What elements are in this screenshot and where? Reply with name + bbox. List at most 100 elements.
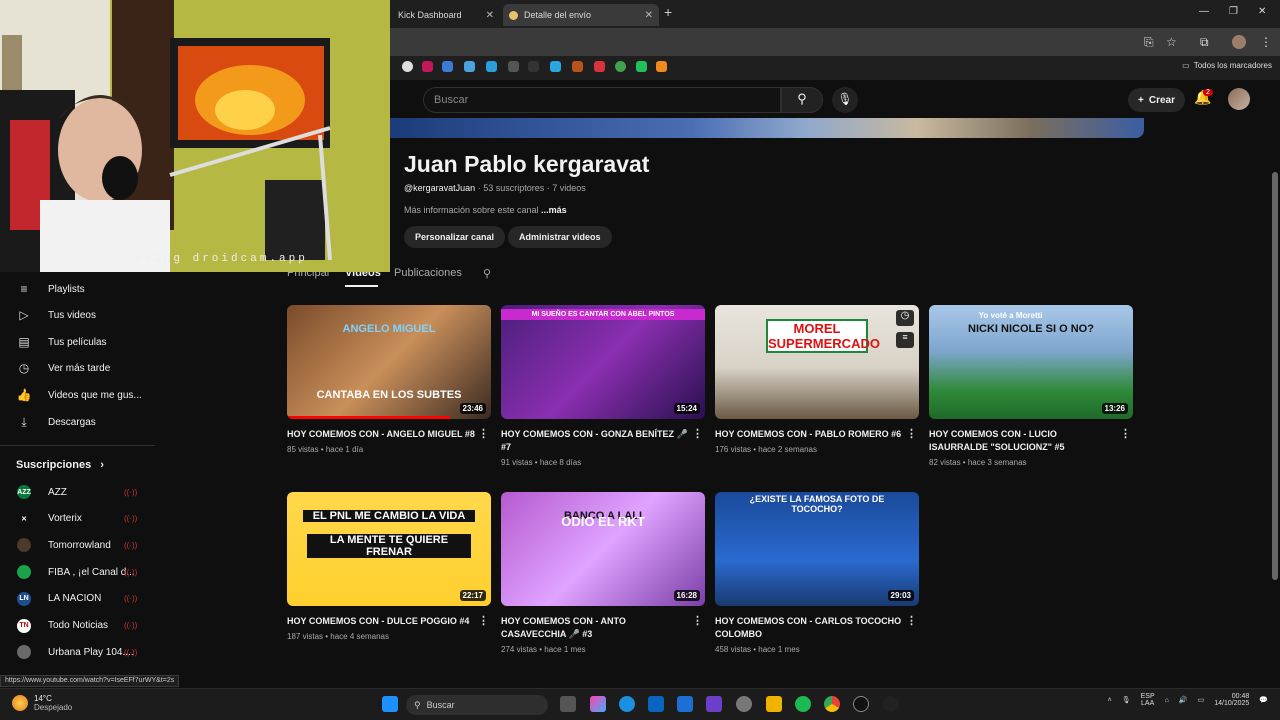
- more-options-icon[interactable]: ⋮: [692, 428, 703, 441]
- subscription-item[interactable]: TN Todo Noticias ((·)): [0, 613, 155, 639]
- video-thumbnail[interactable]: NICKI NICOLE SI O NO? Yo voté a Moretti 13…: [929, 305, 1133, 419]
- close-icon[interactable]: ✕: [486, 10, 494, 21]
- bookmark-icon[interactable]: [615, 61, 626, 72]
- video-thumbnail[interactable]: BANCO A LALI ODIO EL RKT 16:28: [501, 492, 705, 606]
- weather-widget[interactable]: 14°C Despejado: [12, 694, 72, 712]
- volume-icon[interactable]: 🔊: [1179, 696, 1188, 704]
- bookmark-icon[interactable]: [422, 61, 433, 72]
- video-title[interactable]: HOY COMEMOS CON - GONZA BENÍTEZ 🎤 #7: [501, 429, 688, 452]
- store-icon[interactable]: [677, 696, 693, 712]
- video-thumbnail[interactable]: ¿EXISTE LA FAMOSA FOTO DE TOCOCHO? 29:03: [715, 492, 919, 606]
- subscription-item[interactable]: ✕ Vorterix ((·)): [0, 506, 155, 532]
- more-options-icon[interactable]: ⋮: [692, 615, 703, 628]
- video-title[interactable]: HOY COMEMOS CON - ANGELO MIGUEL #8: [287, 429, 475, 439]
- profile-icon[interactable]: [1232, 35, 1246, 49]
- more-link[interactable]: ...más: [541, 205, 567, 215]
- video-card[interactable]: LA MENTE TE QUIERE FRENAR EL PNL ME CAMBI…: [287, 492, 491, 641]
- cast-icon[interactable]: ⎘: [1144, 35, 1154, 50]
- outlook-icon[interactable]: [648, 696, 664, 712]
- sidebar-item-movies[interactable]: ▤ Tus películas: [0, 329, 155, 355]
- edge-icon[interactable]: [619, 696, 635, 712]
- bookmark-icon[interactable]: [402, 61, 413, 72]
- bookmark-icon[interactable]: [550, 61, 561, 72]
- spotify-icon[interactable]: [795, 696, 811, 712]
- video-card[interactable]: ANGELO MIGUEL CANTABA EN LOS SUBTES 23:46 H…: [287, 305, 491, 454]
- channel-more-info[interactable]: Más información sobre este canal ...más: [404, 205, 567, 215]
- mic-icon[interactable]: 🎙: [832, 87, 858, 113]
- video-card[interactable]: BANCO A LALI ODIO EL RKT 16:28 HOY COMEMOS …: [501, 492, 705, 654]
- star-icon[interactable]: ☆: [1166, 35, 1177, 49]
- sidebar-item-downloads[interactable]: ⤓ Descargas: [0, 409, 155, 435]
- bookmark-icon[interactable]: [486, 61, 497, 72]
- bookmark-icon[interactable]: [508, 61, 519, 72]
- sidebar-item-liked-videos[interactable]: 👍 Videos que me gus...: [0, 382, 155, 408]
- app-icon[interactable]: [883, 696, 899, 712]
- copilot-icon[interactable]: [590, 696, 606, 712]
- new-tab-icon[interactable]: +: [664, 4, 672, 20]
- battery-icon[interactable]: ▭: [1198, 696, 1205, 704]
- search-icon[interactable]: ⚲: [483, 267, 491, 280]
- avatar[interactable]: [1228, 88, 1250, 110]
- video-title[interactable]: HOY COMEMOS CON - DULCE POGGIO #4: [287, 616, 469, 626]
- bookmark-icon[interactable]: [594, 61, 605, 72]
- subscription-item[interactable]: Urbana Play 104.... ((·)): [0, 639, 155, 665]
- file-explorer-icon[interactable]: [766, 696, 782, 712]
- menu-dots-icon[interactable]: ⋮: [1260, 35, 1272, 49]
- tab-kick-dashboard[interactable]: Kick Dashboard ✕: [392, 4, 500, 26]
- mic-icon[interactable]: 🎙: [1122, 696, 1131, 704]
- subscription-item[interactable]: AZZ AZZ ((·)): [0, 479, 155, 505]
- maximize-icon[interactable]: ❐: [1229, 6, 1238, 17]
- video-thumbnail[interactable]: LA MENTE TE QUIERE FRENAR EL PNL ME CAMBI…: [287, 492, 491, 606]
- more-options-icon[interactable]: ⋮: [906, 428, 917, 441]
- minimize-icon[interactable]: —: [1199, 6, 1209, 17]
- more-options-icon[interactable]: ⋮: [906, 615, 917, 628]
- video-title[interactable]: HOY COMEMOS CON - LUCIO ISAURRALDE "SOLU…: [929, 429, 1065, 452]
- language-indicator[interactable]: ESP LAA: [1141, 693, 1155, 707]
- chevron-up-icon[interactable]: ˄: [1108, 697, 1112, 704]
- chrome-icon[interactable]: [824, 696, 840, 712]
- tab-detalle-envio[interactable]: Detalle del envío ✕: [503, 4, 659, 26]
- bookmark-icon[interactable]: [442, 61, 453, 72]
- close-icon[interactable]: ✕: [645, 10, 653, 21]
- subscription-item[interactable]: LN LA NACION ((·)): [0, 586, 155, 612]
- video-thumbnail[interactable]: ANGELO MIGUEL CANTABA EN LOS SUBTES 23:46: [287, 305, 491, 419]
- bookmark-icon[interactable]: [572, 61, 583, 72]
- watch-later-icon[interactable]: ◷: [896, 310, 914, 326]
- tab-publicaciones[interactable]: Publicaciones: [394, 267, 462, 279]
- scrollbar-thumb[interactable]: [1272, 172, 1278, 580]
- more-options-icon[interactable]: ⋮: [478, 615, 489, 628]
- video-title[interactable]: HOY COMEMOS CON - PABLO ROMERO #6: [715, 429, 901, 439]
- customize-channel-button[interactable]: Personalizar canal: [404, 226, 506, 248]
- video-title[interactable]: HOY COMEMOS CON - ANTO CASAVECCHIA 🎤 #3: [501, 616, 626, 639]
- bookmark-icon[interactable]: [636, 61, 647, 72]
- sidebar-item-playlists[interactable]: ≡ Playlists: [0, 276, 155, 302]
- sidebar-item-watch-later[interactable]: ◷ Ver más tarde: [0, 355, 155, 381]
- close-window-icon[interactable]: ✕: [1258, 6, 1266, 17]
- all-bookmarks[interactable]: ▭ Todos los marcadores: [1182, 61, 1272, 70]
- windows-start-icon[interactable]: [382, 696, 398, 712]
- video-card[interactable]: MI SUEÑO ES CANTAR CON ABEL PINTOS 15:24 H…: [501, 305, 705, 467]
- clock[interactable]: 00:48 14/10/2025: [1214, 693, 1249, 707]
- more-options-icon[interactable]: ⋮: [478, 428, 489, 441]
- task-view-icon[interactable]: [560, 696, 576, 712]
- more-options-icon[interactable]: ⋮: [1120, 428, 1131, 441]
- sidebar-item-your-videos[interactable]: ▷ Tus videos: [0, 302, 155, 328]
- subscriptions-header[interactable]: Suscripciones ›: [16, 459, 104, 471]
- video-thumbnail[interactable]: MOREL SUPERMERCADO ◷ ≡: [715, 305, 919, 419]
- subscription-item[interactable]: FIBA , ¡el Canal d... ((·)): [0, 559, 155, 585]
- settings-icon[interactable]: [736, 696, 752, 712]
- notifications-icon[interactable]: 💬: [1259, 696, 1268, 704]
- search-icon[interactable]: ⚲: [781, 87, 823, 113]
- video-card[interactable]: NICKI NICOLE SI O NO? Yo voté a Moretti 13…: [929, 305, 1133, 467]
- video-thumbnail[interactable]: MI SUEÑO ES CANTAR CON ABEL PINTOS 15:24: [501, 305, 705, 419]
- create-button[interactable]: + Crear: [1128, 88, 1185, 112]
- search-input[interactable]: Buscar: [423, 87, 781, 113]
- video-card[interactable]: ¿EXISTE LA FAMOSA FOTO DE TOCOCHO? 29:03 H…: [715, 492, 919, 654]
- taskbar-search[interactable]: ⚲ Buscar: [406, 695, 548, 715]
- bookmark-icon[interactable]: [656, 61, 667, 72]
- manage-videos-button[interactable]: Administrar videos: [508, 226, 612, 248]
- app-icon[interactable]: [853, 696, 869, 712]
- bookmark-icon[interactable]: [528, 61, 539, 72]
- video-title[interactable]: HOY COMEMOS CON - CARLOS TOCOCHO COLOMBO: [715, 616, 901, 639]
- bookmark-icon[interactable]: [464, 61, 475, 72]
